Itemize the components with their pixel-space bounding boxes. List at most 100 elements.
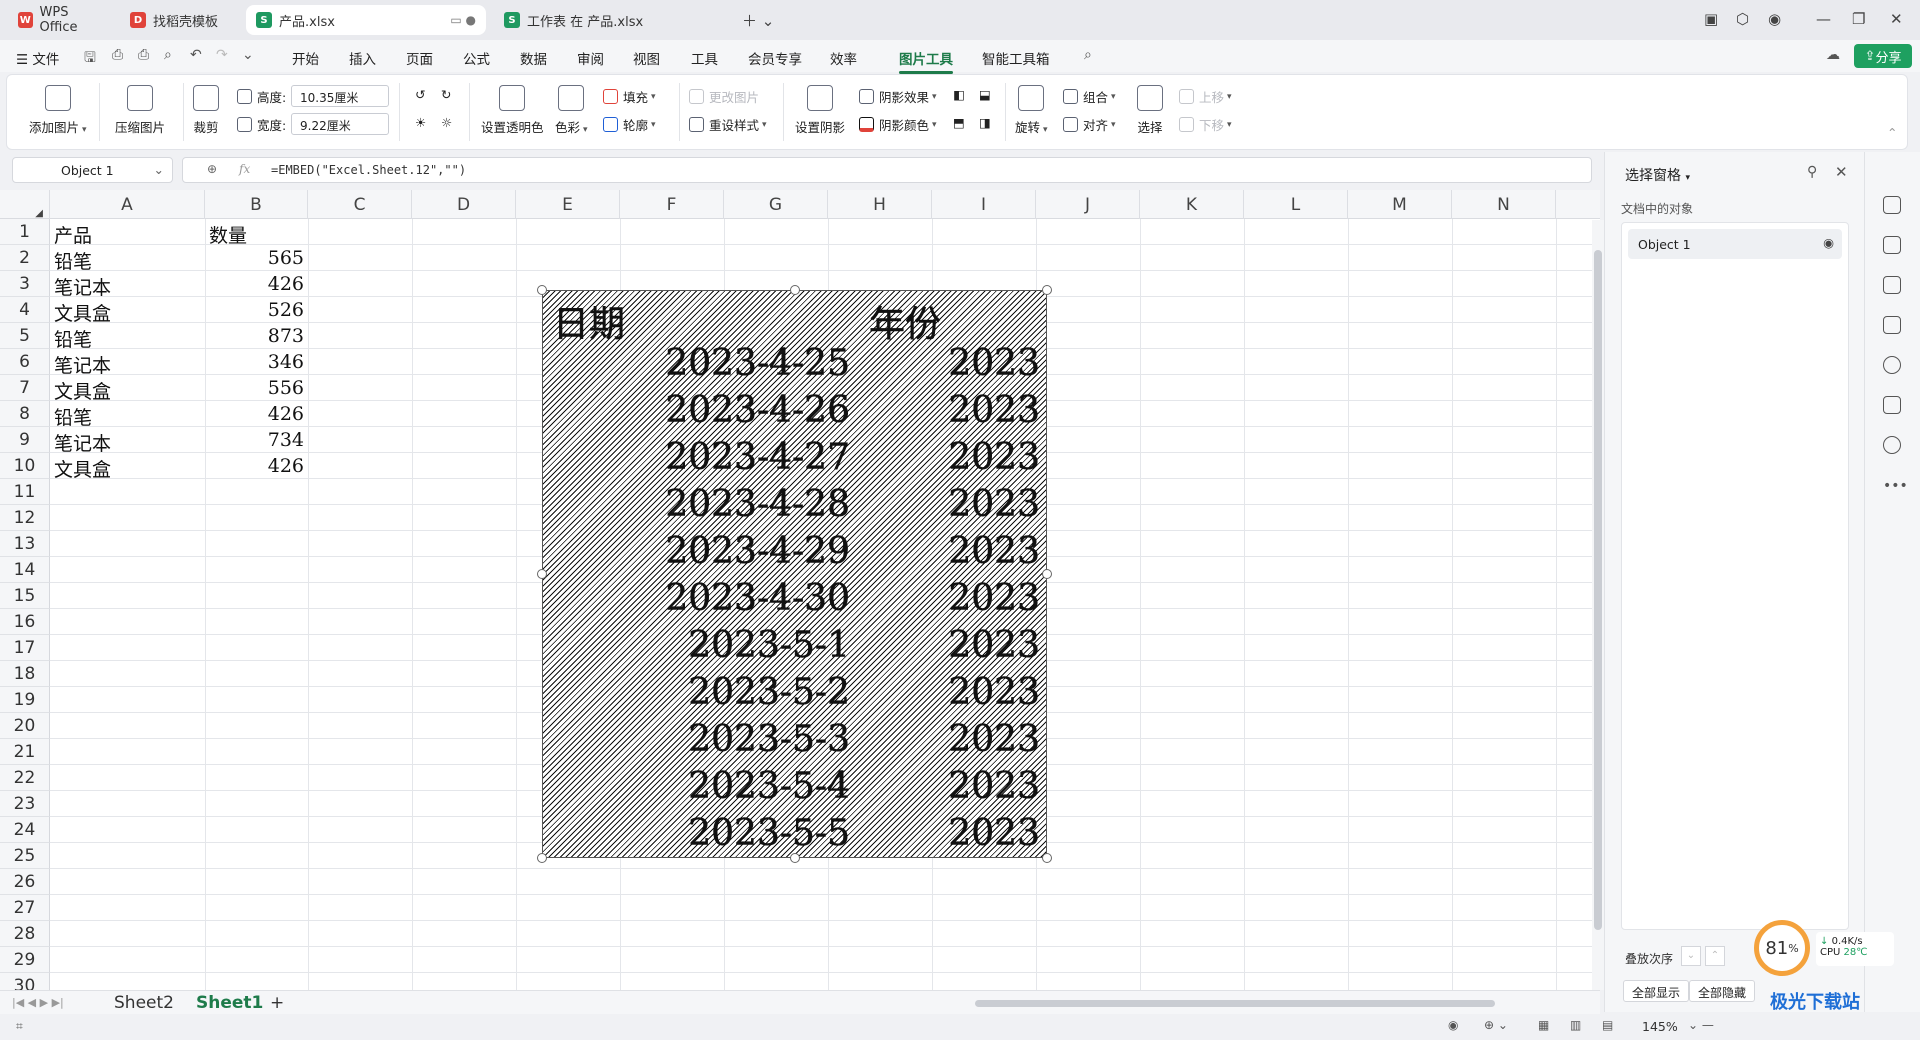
show-all-button[interactable]: 全部显示: [1623, 980, 1690, 1002]
embedded-excel-object[interactable]: 日期 年份 2023-4-25 2023 2023-4-26 2023 2023-4-27 2…: [537, 285, 1052, 863]
resize-handle[interactable]: [537, 285, 547, 295]
object-list-item[interactable]: Object 1 ◉: [1628, 229, 1842, 259]
crop-button[interactable]: 裁剪: [193, 85, 219, 136]
cell-a1[interactable]: 产品: [54, 219, 201, 247]
save-icon[interactable]: 🖫: [84, 47, 96, 71]
cell-a5[interactable]: 铅笔: [54, 323, 201, 351]
row-header-16[interactable]: 16: [0, 609, 50, 635]
cell-a6[interactable]: 笔记本: [54, 349, 201, 377]
column-header-k[interactable]: K: [1140, 190, 1244, 219]
column-header-a[interactable]: A: [50, 190, 205, 219]
book-icon[interactable]: [1883, 396, 1901, 414]
brightness-up-icon[interactable]: ☀: [415, 115, 426, 130]
minimize-icon[interactable]: —: [1816, 10, 1831, 28]
rotate-button[interactable]: 旋转 ▾: [1015, 85, 1048, 136]
cell-a8[interactable]: 铅笔: [54, 401, 201, 429]
cell-b10[interactable]: 426: [209, 453, 304, 479]
row-header-29[interactable]: 29: [0, 947, 50, 973]
tab-docer[interactable]: D 找稻壳模板: [120, 5, 236, 35]
redo-icon[interactable]: ↷: [216, 47, 228, 63]
select-button[interactable]: 选择: [1137, 85, 1163, 136]
normal-view-icon[interactable]: ▦: [1538, 1018, 1549, 1032]
cell-a4[interactable]: 文具盒: [54, 297, 201, 325]
row-header-30[interactable]: 30: [0, 973, 50, 990]
row-header-6[interactable]: 6: [0, 349, 50, 375]
menu-file[interactable]: ☰ 文件: [16, 48, 59, 68]
close-pane-icon[interactable]: ✕: [1835, 163, 1848, 181]
menu-insert[interactable]: 插入: [349, 48, 376, 68]
shadow-right-icon[interactable]: ◨: [979, 115, 991, 130]
shadow-color-button[interactable]: 阴影颜色 ▾: [859, 115, 937, 134]
row-header-25[interactable]: 25: [0, 843, 50, 869]
row-header-12[interactable]: 12: [0, 505, 50, 531]
hide-all-button[interactable]: 全部隐藏: [1689, 980, 1756, 1002]
restore-icon[interactable]: ❐: [1852, 10, 1865, 28]
row-header-11[interactable]: 11: [0, 479, 50, 505]
menu-efficiency[interactable]: 效率: [830, 48, 857, 68]
change-picture-button[interactable]: 更改图片: [689, 87, 759, 106]
resize-handle[interactable]: [1042, 285, 1052, 295]
eye-protection-icon[interactable]: ◉: [1448, 1018, 1458, 1032]
cell-b7[interactable]: 556: [209, 375, 304, 401]
zoom-out-icon[interactable]: ⌄ —: [1688, 1018, 1714, 1032]
cell-b9[interactable]: 734: [209, 427, 304, 453]
select-all-corner[interactable]: ◢: [0, 190, 50, 219]
sheet-tab-sheet1[interactable]: Sheet1: [196, 993, 263, 1013]
tools-icon[interactable]: [1883, 356, 1901, 374]
bring-forward-button[interactable]: 上移 ▾: [1179, 87, 1232, 106]
close-icon[interactable]: ✕: [1890, 10, 1903, 28]
cloud-icon[interactable]: ☁: [1826, 47, 1840, 63]
outline-button[interactable]: 轮廓 ▾: [603, 115, 656, 134]
page-break-icon[interactable]: ▤: [1602, 1018, 1613, 1032]
more-chevron-icon[interactable]: ⌄: [242, 47, 254, 63]
help-icon[interactable]: [1883, 436, 1901, 454]
locate-icon[interactable]: ⊕ ⌄: [1484, 1018, 1508, 1032]
cell-a10[interactable]: 文具盒: [54, 453, 201, 481]
new-tab-plus-icon[interactable]: ＋ ⌄: [742, 10, 774, 31]
sheet-nav-arrows-icon[interactable]: |◀ ◀ ▶ ▶|: [12, 996, 64, 1009]
row-header-3[interactable]: 3: [0, 271, 50, 297]
height-input[interactable]: 10.35厘米: [291, 85, 389, 107]
resize-handle[interactable]: [1042, 853, 1052, 863]
preview-icon[interactable]: ⌕: [164, 47, 172, 63]
cell-a3[interactable]: 笔记本: [54, 271, 201, 299]
menu-smart-toolbox[interactable]: 智能工具箱: [982, 48, 1050, 68]
resize-handle[interactable]: [789, 853, 800, 863]
column-header-h[interactable]: H: [828, 190, 932, 219]
cell-b6[interactable]: 346: [209, 349, 304, 375]
row-header-15[interactable]: 15: [0, 583, 50, 609]
pointer-icon[interactable]: [1883, 196, 1901, 214]
fx-icon[interactable]: fx: [239, 162, 250, 176]
row-header-13[interactable]: 13: [0, 531, 50, 557]
cell-b4[interactable]: 526: [209, 297, 304, 323]
menu-review[interactable]: 审阅: [577, 48, 604, 68]
settings-sliders-icon[interactable]: [1883, 236, 1901, 254]
menu-formula[interactable]: 公式: [463, 48, 490, 68]
row-header-10[interactable]: 10: [0, 453, 50, 479]
align-button[interactable]: 对齐 ▾: [1063, 115, 1116, 134]
search-icon[interactable]: ⌕: [1084, 47, 1092, 63]
send-backward-button[interactable]: 下移 ▾: [1179, 115, 1232, 134]
resize-handle[interactable]: [789, 285, 800, 295]
column-header-m[interactable]: M: [1348, 190, 1452, 219]
shadow-up-icon[interactable]: ⬒: [953, 115, 965, 130]
tab-product-xlsx[interactable]: S 产品.xlsx ▭ ●: [246, 5, 486, 35]
resize-handle[interactable]: [537, 569, 547, 579]
column-header-l[interactable]: L: [1244, 190, 1348, 219]
row-header-24[interactable]: 24: [0, 817, 50, 843]
column-header-i[interactable]: I: [932, 190, 1036, 219]
row-header-9[interactable]: 9: [0, 427, 50, 453]
formula-bar[interactable]: ⊕ fx =EMBED("Excel.Sheet.12",""): [182, 157, 1592, 183]
avatar[interactable]: ◉: [1768, 10, 1781, 28]
name-box[interactable]: Object 1 ⌄: [12, 157, 173, 183]
cell-a2[interactable]: 铅笔: [54, 245, 201, 273]
collapse-ribbon-icon[interactable]: ⌃: [1887, 125, 1897, 140]
sheet-tab-sheet2[interactable]: Sheet2: [114, 993, 174, 1013]
menu-page[interactable]: 页面: [406, 48, 433, 68]
add-picture-button[interactable]: 添加图片 ▾: [29, 85, 87, 136]
brightness-down-icon[interactable]: ☼: [441, 115, 452, 130]
column-header-d[interactable]: D: [412, 190, 516, 219]
print-icon[interactable]: ⎙: [138, 47, 149, 63]
column-header-f[interactable]: F: [620, 190, 724, 219]
row-header-20[interactable]: 20: [0, 713, 50, 739]
